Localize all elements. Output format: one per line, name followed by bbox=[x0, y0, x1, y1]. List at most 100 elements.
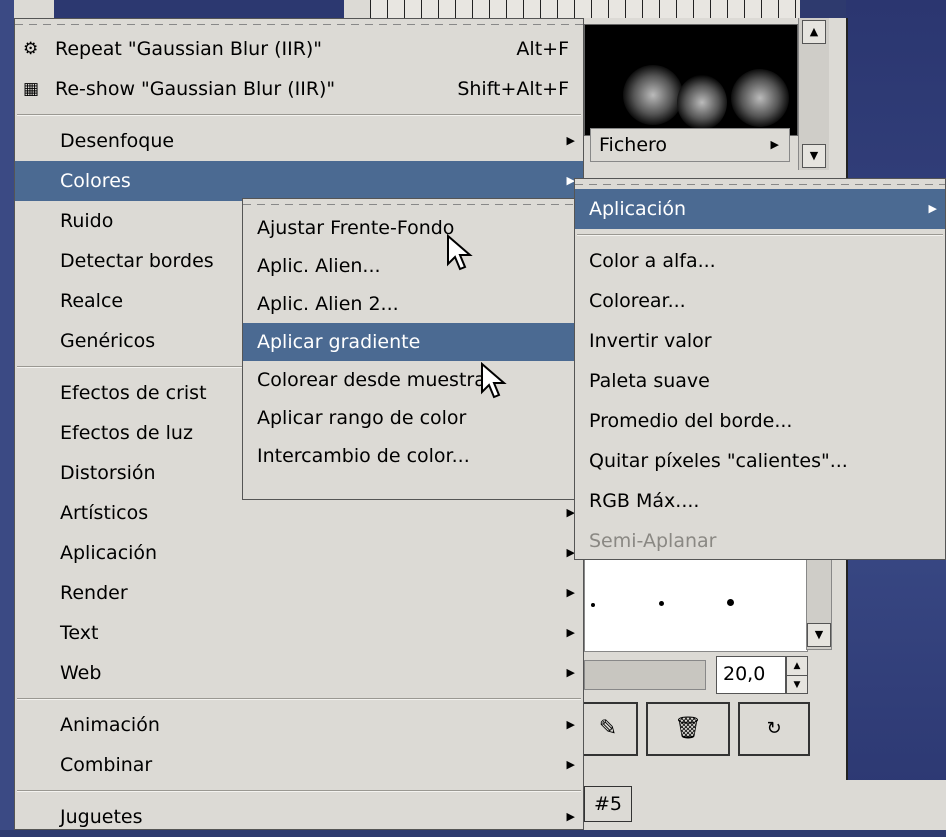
image-tab[interactable]: #5 bbox=[584, 786, 632, 822]
menu-item-colorear-desde-muestra[interactable]: Colorear desde muestra bbox=[243, 361, 575, 399]
menu-separator bbox=[17, 698, 581, 700]
menu-item-aplic-alien[interactable]: Aplic. Alien... bbox=[243, 247, 575, 285]
menu-item-label: RGB Máx.... bbox=[589, 490, 700, 512]
gear-icon: ⚙ bbox=[23, 39, 39, 59]
menu-item-label: Colores bbox=[60, 170, 131, 192]
menu-item-label: Web bbox=[60, 662, 102, 684]
menu-item-label: Quitar píxeles "calientes"... bbox=[589, 450, 848, 472]
scroll-down-icon[interactable]: ▼ bbox=[802, 144, 826, 168]
menu-item-label: Aplic. Alien 2... bbox=[257, 293, 399, 315]
menu-item-label: Ruido bbox=[60, 210, 114, 232]
menu-item-label: Re-show "Gaussian Blur (IIR)" bbox=[55, 78, 336, 100]
menu-item-label: Juguetes bbox=[60, 806, 143, 828]
menu-item-label: Repeat "Gaussian Blur (IIR)" bbox=[55, 38, 323, 60]
value-slider[interactable] bbox=[584, 660, 706, 690]
menu-item-label: Invertir valor bbox=[589, 330, 712, 352]
menu-item-label: Animación bbox=[60, 714, 160, 736]
menu-item-paleta-suave[interactable]: Paleta suave bbox=[575, 361, 945, 401]
submenu-arrow-icon: ▶ bbox=[566, 626, 575, 639]
menu-item-label: Promedio del borde... bbox=[589, 410, 793, 432]
menu-item-label: Render bbox=[60, 582, 128, 604]
menu-item-label: Detectar bordes bbox=[60, 250, 214, 272]
menu-separator bbox=[17, 114, 581, 116]
menu-item-colorear[interactable]: Colorear... bbox=[575, 281, 945, 321]
spin-arrows[interactable]: ▲ ▼ bbox=[786, 656, 808, 694]
menu-item-aplic-alien-2[interactable]: Aplic. Alien 2... bbox=[243, 285, 575, 323]
menu-item-label: Combinar bbox=[60, 754, 153, 776]
menu-item-web[interactable]: Web ▶ bbox=[15, 653, 583, 693]
menu-item-label: Distorsión bbox=[60, 462, 156, 484]
submenu-arrow-icon: ▶ bbox=[770, 138, 779, 151]
submenu-arrow-icon: ▶ bbox=[566, 718, 575, 731]
menu-item-ajustar-frente-fondo[interactable]: Ajustar Frente-Fondo bbox=[243, 209, 575, 247]
menu-item-label: Colorear desde muestra bbox=[257, 369, 486, 391]
value-spin-field[interactable]: 20,0 bbox=[716, 656, 786, 694]
ruler bbox=[370, 0, 800, 18]
menu-item-label: Efectos de crist bbox=[60, 382, 207, 404]
menu-item-aplicar-rango-color[interactable]: Aplicar rango de color bbox=[243, 399, 575, 437]
trash-icon[interactable]: 🗑 bbox=[646, 702, 730, 756]
menu-item-label: Intercambio de color... bbox=[257, 445, 470, 467]
desktop-left-edge bbox=[0, 0, 14, 830]
menu-item-accel: Alt+F bbox=[516, 38, 569, 60]
menu-item-aplicacion-header[interactable]: Aplicación ▶ bbox=[575, 189, 945, 229]
menu-item-label: Ajustar Frente-Fondo bbox=[257, 217, 455, 239]
menu-item-label: Aplicación bbox=[589, 198, 687, 220]
refresh-icon[interactable]: ↻ bbox=[738, 702, 810, 756]
mouse-cursor-icon bbox=[447, 234, 473, 271]
menu-item-render[interactable]: Render ▶ bbox=[15, 573, 583, 613]
menu-item-juguetes[interactable]: Juguetes ▶ bbox=[15, 797, 583, 837]
fichero-button[interactable]: Fichero ▶ bbox=[590, 128, 790, 162]
tearoff-line[interactable] bbox=[243, 199, 575, 209]
menu-item-label: Aplicar rango de color bbox=[257, 407, 467, 429]
scroll-down-icon[interactable]: ▼ bbox=[807, 623, 831, 647]
menu-item-label: Colorear... bbox=[589, 290, 686, 312]
colores-submenu: Ajustar Frente-Fondo Aplic. Alien... Apl… bbox=[242, 198, 576, 500]
menu-item-aplicacion[interactable]: Aplicación ▶ bbox=[15, 533, 583, 573]
scroll-up-icon[interactable]: ▲ bbox=[802, 20, 826, 44]
submenu-arrow-icon: ▶ bbox=[928, 202, 937, 215]
menu-item-semi-aplanar: Semi-Aplanar bbox=[575, 521, 945, 561]
preview-scrollbar[interactable]: ▲ ▼ bbox=[798, 18, 829, 170]
menu-item-text[interactable]: Text ▶ bbox=[15, 613, 583, 653]
menu-item-quitar-pixeles[interactable]: Quitar píxeles "calientes"... bbox=[575, 441, 945, 481]
menu-item-label: Aplicar gradiente bbox=[257, 331, 421, 353]
menu-item-label: Paleta suave bbox=[589, 370, 710, 392]
submenu-arrow-icon: ▶ bbox=[566, 810, 575, 823]
menu-item-animacion[interactable]: Animación ▶ bbox=[15, 705, 583, 745]
menu-item-label: Aplicación bbox=[60, 542, 158, 564]
calendar-icon: ▦ bbox=[23, 79, 40, 99]
menu-item-rgb-max[interactable]: RGB Máx.... bbox=[575, 481, 945, 521]
submenu-arrow-icon: ▶ bbox=[566, 586, 575, 599]
menu-item-repeat[interactable]: ⚙ Repeat "Gaussian Blur (IIR)" Alt+F bbox=[15, 29, 583, 69]
status-bar bbox=[578, 780, 946, 830]
menu-item-intercambio-color[interactable]: Intercambio de color... bbox=[243, 437, 575, 475]
menu-item-combinar[interactable]: Combinar ▶ bbox=[15, 745, 583, 785]
dots-preview bbox=[584, 558, 808, 652]
menu-separator bbox=[577, 234, 943, 236]
submenu-arrow-icon: ▶ bbox=[566, 758, 575, 771]
menu-item-desenfoque[interactable]: Desenfoque ▶ bbox=[15, 121, 583, 161]
menu-item-label: Artísticos bbox=[60, 502, 149, 524]
menu-item-label: Desenfoque bbox=[60, 130, 175, 152]
menu-item-promedio-borde[interactable]: Promedio del borde... bbox=[575, 401, 945, 441]
menu-item-label: Color a alfa... bbox=[589, 250, 716, 272]
submenu-arrow-icon: ▶ bbox=[566, 666, 575, 679]
fichero-label: Fichero bbox=[599, 134, 668, 156]
tearoff-line[interactable] bbox=[575, 179, 945, 189]
tearoff-line[interactable] bbox=[15, 19, 583, 29]
mouse-cursor-icon bbox=[481, 362, 507, 399]
menu-item-colores[interactable]: Colores ▶ bbox=[15, 161, 583, 201]
menu-item-color-a-alfa[interactable]: Color a alfa... bbox=[575, 241, 945, 281]
menu-separator bbox=[17, 790, 581, 792]
submenu-arrow-icon: ▶ bbox=[566, 134, 575, 147]
aplicacion-submenu: Aplicación ▶ Color a alfa... Colorear... … bbox=[574, 178, 946, 560]
menu-item-aplicar-gradiente[interactable]: Aplicar gradiente bbox=[243, 323, 575, 361]
menu-item-accel: Shift+Alt+F bbox=[457, 78, 569, 100]
menu-item-reshow[interactable]: ▦ Re-show "Gaussian Blur (IIR)" Shift+Al… bbox=[15, 69, 583, 109]
menu-item-invertir-valor[interactable]: Invertir valor bbox=[575, 321, 945, 361]
menu-item-label: Realce bbox=[60, 290, 124, 312]
menu-item-label: Genéricos bbox=[60, 330, 156, 352]
edit-icon[interactable]: ✎ bbox=[578, 702, 638, 756]
dots-scrollbar[interactable]: ▼ bbox=[806, 558, 832, 650]
